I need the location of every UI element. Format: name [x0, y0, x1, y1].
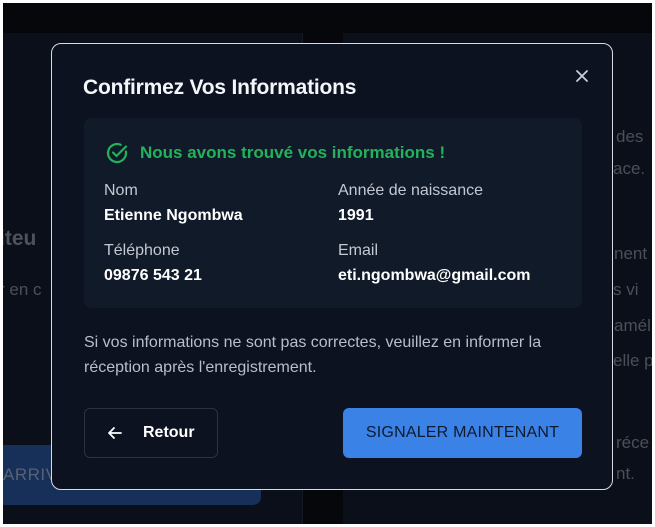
background-right-text: ace.	[613, 159, 646, 178]
background-heading: iteu	[3, 227, 37, 250]
close-icon	[576, 70, 588, 82]
close-button[interactable]	[572, 66, 592, 86]
background-button-label: ARRIV	[3, 465, 58, 484]
back-button-label: Retour	[143, 424, 195, 441]
arrow-left-icon	[108, 427, 122, 439]
background-right-text: réce	[616, 433, 650, 452]
modal-title: Confirmez Vos Informations	[83, 76, 357, 99]
birth-year-label: Année de naissance	[338, 182, 483, 199]
report-button-label: SIGNALER MAINTENANT	[365, 424, 560, 441]
background-right-text: s vi	[613, 280, 639, 299]
report-now-button[interactable]: SIGNALER MAINTENANT	[343, 408, 582, 458]
back-button[interactable]: Retour	[84, 408, 218, 458]
background-right-text: amél	[614, 316, 651, 335]
email-value: eti.ngombwa@gmail.com	[338, 267, 531, 284]
success-message: Nous avons trouvé vos informations !	[140, 143, 446, 162]
check-circle-icon	[106, 142, 128, 164]
background-right-text: nt.	[616, 464, 635, 483]
email-label: Email	[338, 242, 379, 259]
confirm-info-modal: Confirmez Vos Informations Nous avons tr…	[51, 43, 613, 490]
background-text: r en c	[3, 280, 42, 299]
background-right-text: des	[616, 127, 644, 146]
birth-year-value: 1991	[338, 207, 374, 224]
success-row: Nous avons trouvé vos informations !	[104, 140, 445, 166]
background-right-text: elle p	[613, 351, 652, 370]
phone-label: Téléphone	[104, 242, 180, 259]
correction-note: Si vos informations ne sont pas correcte…	[84, 334, 542, 376]
name-label: Nom	[104, 182, 138, 199]
name-value: Etienne Ngombwa	[104, 207, 243, 224]
info-card: Nous avons trouvé vos informations ! Nom…	[84, 118, 582, 308]
background-right-text: nent	[614, 244, 648, 263]
phone-value: 09876 543 21	[104, 267, 202, 284]
